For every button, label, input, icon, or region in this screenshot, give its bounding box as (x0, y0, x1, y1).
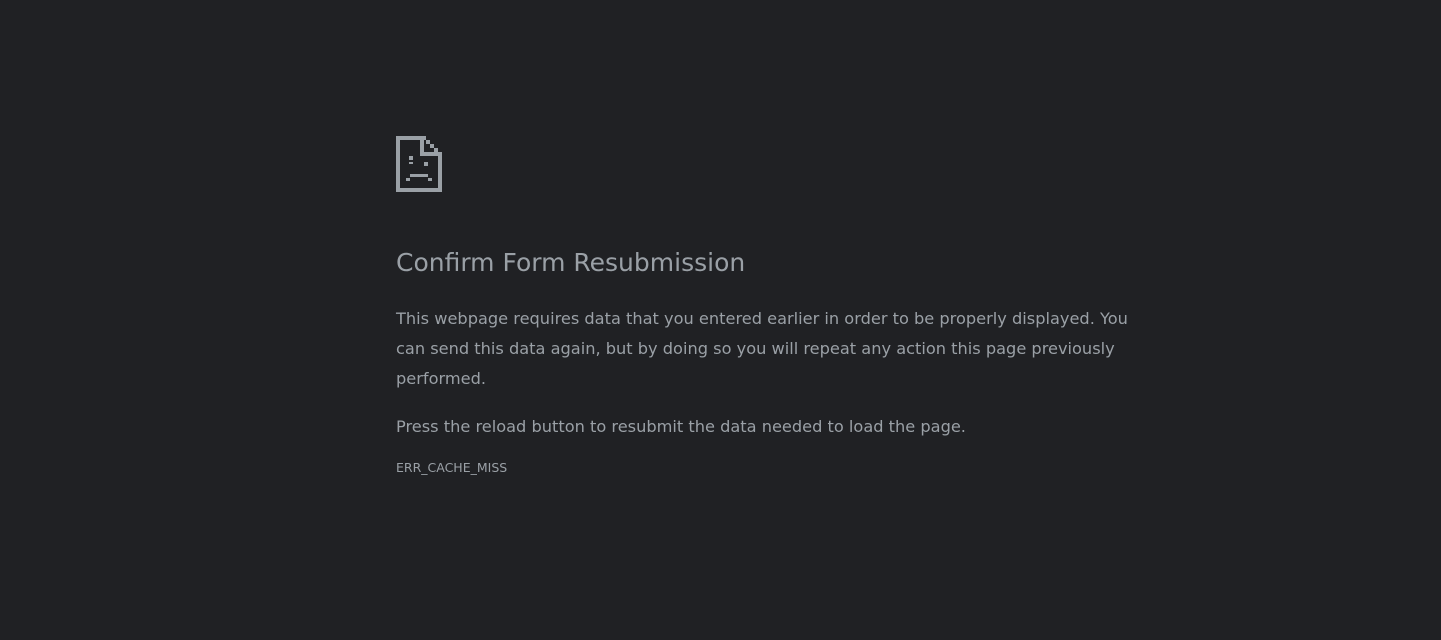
error-page: Confirm Form Resubmission This webpage r… (0, 0, 1441, 640)
page-title: Confirm Form Resubmission (396, 248, 746, 277)
reload-instruction: Press the reload button to resubmit the … (396, 417, 966, 436)
sad-document-icon (396, 136, 442, 192)
error-content: Confirm Form Resubmission This webpage r… (396, 136, 1156, 477)
error-description: This webpage requires data that you ente… (396, 309, 1128, 388)
error-code: ERR_CACHE_MISS (396, 460, 508, 475)
